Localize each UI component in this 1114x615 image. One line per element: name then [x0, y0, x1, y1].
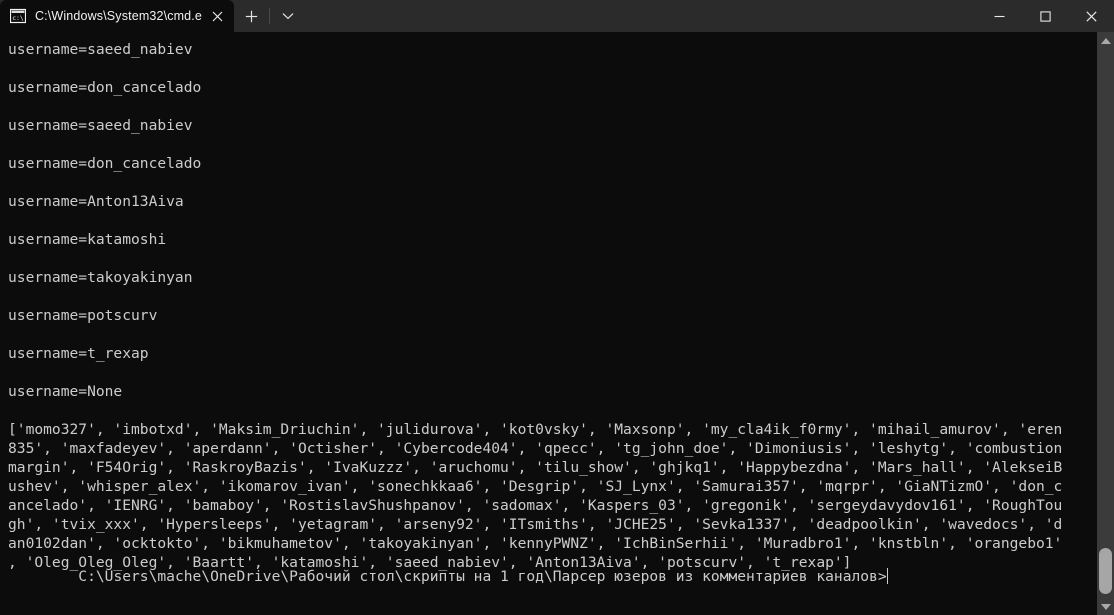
terminal-line: username=None — [8, 383, 123, 400]
tab-strip: c:\ C:\Windows\System32\cmd.e — [0, 0, 305, 32]
terminal-line: ['momo327', 'imbotxd', 'Maksim_Driuchin'… — [8, 421, 1063, 438]
svg-text:c:\: c:\ — [12, 14, 24, 22]
tab-separator — [269, 8, 270, 24]
scroll-down-icon[interactable] — [1097, 598, 1114, 615]
chevron-down-icon[interactable] — [271, 0, 305, 32]
terminal-line: ushev', 'whisper_alex', 'ikomarov_ivan',… — [8, 478, 1063, 495]
prompt-path: C:\Users\mache\OneDrive\Рабочий стол\скр… — [78, 568, 887, 585]
new-tab-button[interactable] — [234, 0, 268, 32]
terminal-line: username=takoyakinyan — [8, 269, 193, 286]
maximize-button[interactable] — [1022, 0, 1068, 32]
minimize-button[interactable] — [976, 0, 1022, 32]
text-cursor — [886, 568, 889, 584]
titlebar-drag-region[interactable] — [305, 0, 976, 32]
title-bar: c:\ C:\Windows\System32\cmd.e — [0, 0, 1114, 32]
tab-close-icon[interactable] — [206, 5, 228, 27]
scroll-up-icon[interactable] — [1097, 32, 1114, 49]
terminal-line: 835', 'maxfadeyev', 'aperdann', 'Octishe… — [8, 440, 1063, 457]
tab-title: C:\Windows\System32\cmd.e — [35, 9, 202, 23]
terminal-line: username=potscurv — [8, 307, 158, 324]
terminal-line: ancelado', 'IENRG', 'bamaboy', 'Rostisla… — [8, 497, 1063, 514]
terminal-line: username=don_cancelado — [8, 155, 202, 172]
terminal-line: username=t_rexap — [8, 345, 149, 362]
terminal-window: c:\ C:\Windows\System32\cmd.e username=s… — [0, 0, 1114, 615]
terminal-line: username=saeed_nabiev — [8, 117, 193, 134]
command-prompt-line[interactable]: C:\Users\mache\OneDrive\Рабочий стол\скр… — [8, 548, 889, 605]
terminal-line: username=don_cancelado — [8, 79, 202, 96]
terminal-screen[interactable]: username=saeed_nabiev username=don_cance… — [0, 32, 1097, 615]
close-button[interactable] — [1068, 0, 1114, 32]
vertical-scrollbar[interactable] — [1097, 32, 1114, 615]
window-controls — [976, 0, 1114, 32]
scrollbar-thumb[interactable] — [1099, 548, 1112, 594]
terminal-line: margin', 'F54Orig', 'RaskroyBazis', 'Iva… — [8, 459, 1063, 476]
terminal-body: username=saeed_nabiev username=don_cance… — [0, 32, 1114, 615]
terminal-line: gh', 'tvix_xxx', 'Hypersleeps', 'yetagra… — [8, 516, 1063, 533]
cmd-icon: c:\ — [9, 8, 27, 24]
tab-cmd[interactable]: c:\ C:\Windows\System32\cmd.e — [0, 0, 234, 32]
scrollbar-track[interactable] — [1097, 49, 1114, 598]
terminal-line: username=saeed_nabiev — [8, 41, 193, 58]
terminal-line: username=katamoshi — [8, 231, 167, 248]
terminal-output: username=saeed_nabiev username=don_cance… — [8, 40, 1097, 572]
terminal-line: username=Anton13Aiva — [8, 193, 184, 210]
